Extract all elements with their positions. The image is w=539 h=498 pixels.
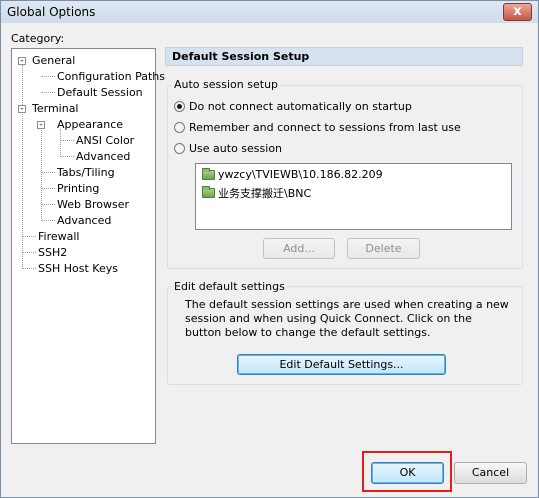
tree-item-ssh2[interactable]: SSH2 xyxy=(37,246,68,260)
radio-button[interactable] xyxy=(174,143,185,154)
radio-label: Use auto session xyxy=(189,142,283,155)
global-options-dialog: Global Options x Category: - - - General… xyxy=(0,0,539,498)
close-button[interactable]: x xyxy=(503,3,532,21)
close-icon: x xyxy=(513,4,522,19)
tree-item-firewall[interactable]: Firewall xyxy=(37,230,80,244)
tree-item-appearance[interactable]: Appearance xyxy=(56,118,124,132)
edit-defaults-description: The default session settings are used wh… xyxy=(185,298,509,339)
tree-item-ansi-color[interactable]: ANSI Color xyxy=(75,134,135,148)
title-bar[interactable]: Global Options x xyxy=(1,1,538,23)
window-title: Global Options xyxy=(7,5,96,19)
panel-header: Default Session Setup xyxy=(165,47,523,66)
radio-button-checked[interactable] xyxy=(174,101,185,112)
folder-icon xyxy=(202,167,215,180)
auto-session-legend: Auto session setup xyxy=(172,78,281,91)
edit-defaults-legend: Edit default settings xyxy=(172,280,287,293)
ok-highlight-annotation xyxy=(362,451,452,492)
radio-remember-sessions[interactable]: Remember and connect to sessions from la… xyxy=(174,121,461,134)
delete-button[interactable]: Delete xyxy=(347,238,420,259)
radio-use-auto-session[interactable]: Use auto session xyxy=(174,142,282,155)
radio-label: Remember and connect to sessions from la… xyxy=(189,121,461,134)
cancel-button[interactable]: Cancel xyxy=(454,462,527,484)
expander-appearance[interactable]: - xyxy=(37,121,45,130)
tree-item-appearance-advanced[interactable]: Advanced xyxy=(75,150,131,164)
expander-terminal[interactable]: - xyxy=(18,105,26,114)
tree-item-general[interactable]: General xyxy=(31,54,76,68)
list-item[interactable]: ywzcy\TVIEWB\10.186.82.209 xyxy=(202,167,383,181)
folder-icon xyxy=(202,186,215,198)
tree-item-terminal[interactable]: Terminal xyxy=(31,102,80,116)
tree-item-configuration-paths[interactable]: Configuration Paths xyxy=(56,70,166,84)
auto-session-list[interactable]: ywzcy\TVIEWB\10.186.82.209 业务支撑搬迁\BNC xyxy=(195,163,512,230)
tree-item-default-session[interactable]: Default Session xyxy=(56,86,144,100)
list-item[interactable]: 业务支撑搬迁\BNC xyxy=(202,185,311,201)
tree-item-ssh-host-keys[interactable]: SSH Host Keys xyxy=(37,262,119,276)
category-label: Category: xyxy=(11,32,65,45)
tree-item-web-browser[interactable]: Web Browser xyxy=(56,198,130,212)
expander-general[interactable]: - xyxy=(18,57,26,66)
tree-item-tabs-tiling[interactable]: Tabs/Tiling xyxy=(56,166,116,180)
edit-default-settings-button[interactable]: Edit Default Settings... xyxy=(237,354,446,375)
radio-do-not-connect[interactable]: Do not connect automatically on startup xyxy=(174,100,412,113)
category-tree[interactable]: - - - General Configuration Paths Defaul… xyxy=(11,48,165,444)
tree-item-terminal-advanced[interactable]: Advanced xyxy=(56,214,112,228)
radio-button[interactable] xyxy=(174,122,185,133)
tree-item-printing[interactable]: Printing xyxy=(56,182,100,196)
add-button[interactable]: Add... xyxy=(263,238,335,259)
radio-label: Do not connect automatically on startup xyxy=(189,100,412,113)
